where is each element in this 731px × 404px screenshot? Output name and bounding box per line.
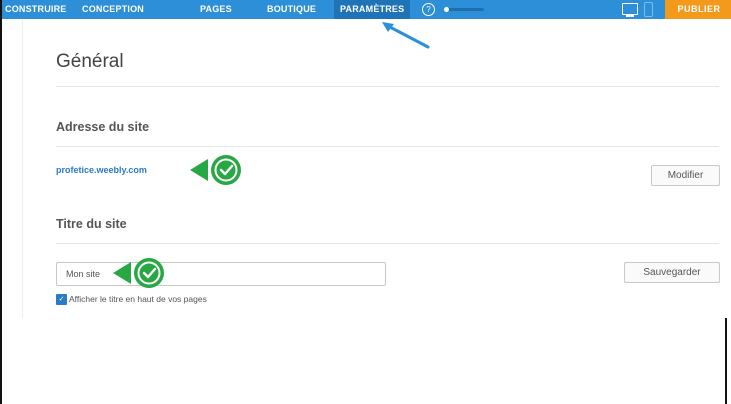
check-icon <box>113 258 164 288</box>
frame-right-border <box>725 318 727 404</box>
arrow-icon <box>382 22 430 49</box>
title-divider <box>56 86 719 87</box>
show-title-label: Afficher le titre en haut de vos pages <box>69 294 207 304</box>
nav-boutique[interactable]: BOUTIQUE <box>267 0 316 19</box>
site-address-heading: Adresse du site <box>56 120 150 134</box>
nav-conception[interactable]: CONCEPTION <box>82 0 144 19</box>
mobile-icon[interactable] <box>644 2 653 17</box>
modify-button[interactable]: Modifier <box>651 165 720 186</box>
page-title: Général <box>56 51 124 72</box>
progress-bar <box>444 7 484 12</box>
show-title-checkbox[interactable]: ✓ <box>56 294 67 305</box>
nav-parametres[interactable]: PARAMÈTRES <box>334 0 411 19</box>
site-title-heading: Titre du site <box>56 217 127 231</box>
site-title-input[interactable] <box>56 262 386 286</box>
nav-pages[interactable]: PAGES <box>200 0 232 19</box>
panel-edge <box>22 20 23 318</box>
frame-left-border <box>0 0 2 404</box>
desktop-icon[interactable] <box>622 3 638 17</box>
nav-construire[interactable]: CONSTRUIRE <box>5 0 67 19</box>
publish-button[interactable]: PUBLIER <box>665 0 731 19</box>
site-title-divider <box>56 243 719 244</box>
save-button[interactable]: Sauvegarder <box>624 262 720 283</box>
top-nav-bar: CONSTRUIRE CONCEPTION PAGES BOUTIQUE PAR… <box>2 0 731 19</box>
help-icon[interactable]: ? <box>422 3 435 16</box>
address-divider <box>56 146 719 147</box>
progress-dot <box>444 7 449 12</box>
check-icon <box>190 155 241 185</box>
site-url-link[interactable]: profetice.weebly.com <box>56 165 147 175</box>
